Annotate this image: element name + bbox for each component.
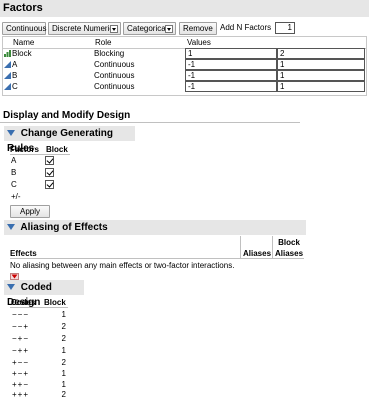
factor-value-low[interactable]: 1 [185,48,277,59]
gen-rules-col-block: Block [46,145,68,154]
aliasing-col-effects: Effects [10,249,37,258]
gen-rule-factor-label: C [11,180,17,189]
coded-block: 1 [61,346,66,355]
continuous-factor-icon [4,83,11,90]
block-checkbox-a[interactable] [45,156,54,165]
factors-header[interactable]: Factors [0,0,369,17]
coded-code: −+− [12,334,30,343]
remove-button[interactable]: Remove [179,22,217,35]
continuous-factor-icon [4,72,11,79]
coded-code: −−− [12,310,30,319]
disclosure-triangle-icon [7,284,15,291]
aliasing-col-divider-1 [240,236,241,259]
chevron-down-icon [110,25,118,33]
coded-code: −−+ [12,322,30,331]
aliasing-header-divider [10,258,304,259]
display-modify-design-title: Display and Modify Design [3,110,131,121]
block-checkbox-b[interactable] [45,168,54,177]
coded-block: 1 [61,310,66,319]
gen-rule-factor-label: A [11,156,17,165]
aliasing-of-effects-header[interactable]: Aliasing of Effects [4,220,306,235]
coded-block: 2 [61,334,66,343]
display-divider [0,122,300,123]
coded-block: 2 [61,322,66,331]
coded-block: 1 [61,380,66,389]
continuous-button[interactable]: Continuous [2,22,46,35]
factor-value-low[interactable]: -1 [185,59,277,70]
disclosure-triangle-icon [7,130,15,137]
aliasing-col-aliases: Aliases [243,249,272,258]
coded-code: +−+ [12,369,30,378]
blocking-factor-icon [4,50,11,57]
coded-block: 2 [61,390,66,399]
coded-design-header[interactable]: Coded Design [4,280,84,308]
chevron-down-icon [165,25,173,33]
factor-value-low[interactable]: -1 [185,70,277,81]
aliasing-col-divider-2 [272,236,273,259]
continuous-factor-icon [4,61,11,68]
factor-name: Block [12,49,32,58]
coded-block: 1 [61,369,66,378]
factor-value-high[interactable]: 1 [277,59,365,70]
factor-role: Continuous [94,71,135,80]
red-triangle-menu-icon[interactable] [10,273,19,280]
coded-col-codes: Codes [11,298,36,307]
factor-value-high[interactable]: 1 [277,81,365,92]
factor-value-low[interactable]: -1 [185,81,277,92]
coded-col-block: Block [44,298,66,307]
column-header-values: Values [187,38,211,47]
column-header-role: Role [95,38,112,47]
apply-button[interactable]: Apply [10,205,50,218]
block-aliases-line1: Block [278,238,300,247]
aliasing-col-block-aliases: Block Aliases [275,237,303,259]
gen-rule-factor-label: B [11,168,17,177]
gen-rules-col-factors: Factors [10,145,39,154]
coded-code: +−− [12,358,30,367]
add-n-factors-input[interactable]: 1 [275,22,295,34]
column-header-name: Name [13,38,35,47]
plus-minus-label: +/- [11,192,21,201]
coded-code: +++ [12,390,30,399]
factor-value-high[interactable]: 2 [277,48,365,59]
change-generating-rules-header[interactable]: Change Generating Rules [4,126,135,154]
aliasing-message: No aliasing between any main effects or … [10,261,235,270]
factor-value-high[interactable]: 1 [277,70,365,81]
factor-row[interactable]: A Continuous -1 1 [4,59,365,70]
coded-code: −++ [12,346,30,355]
factors-title: Factors [3,2,43,14]
coded-block: 2 [61,358,66,367]
block-checkbox-c[interactable] [45,180,54,189]
factor-name: A [12,60,18,69]
categorical-label: Categorical [127,24,168,33]
categorical-dropdown[interactable]: Categorical [123,22,176,35]
factor-row[interactable]: B Continuous -1 1 [4,70,365,81]
gen-rules-header-divider [10,154,70,155]
discrete-numeric-label: Discrete Numeric [52,24,114,33]
factor-name: B [12,71,18,80]
disclosure-triangle-icon [7,224,15,231]
factor-role: Continuous [94,82,135,91]
aliasing-of-effects-title: Aliasing of Effects [20,222,108,233]
add-n-factors-label: Add N Factors [220,23,272,32]
factor-role: Blocking [94,49,125,58]
factor-row[interactable]: C Continuous -1 1 [4,81,365,92]
factor-row[interactable]: Block Blocking 1 2 [4,48,365,59]
discrete-numeric-dropdown[interactable]: Discrete Numeric [48,22,121,35]
coded-header-divider [10,307,68,308]
coded-code: ++− [12,380,30,389]
factor-role: Continuous [94,60,135,69]
factor-name: C [12,82,18,91]
